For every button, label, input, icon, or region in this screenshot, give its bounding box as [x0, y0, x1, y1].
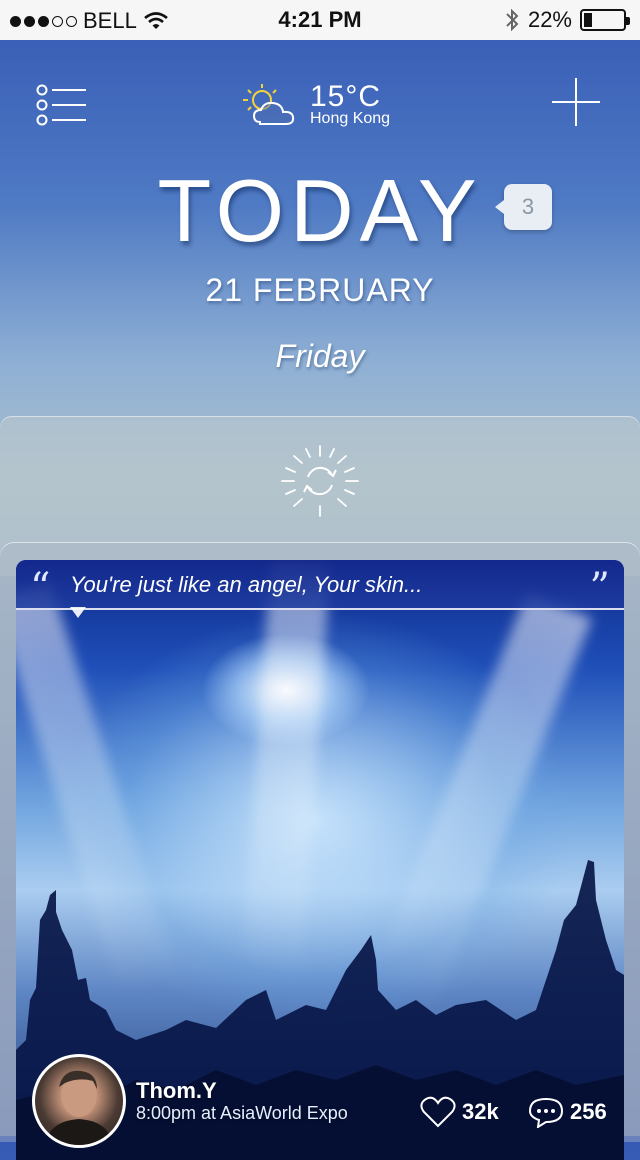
refresh-sun-icon[interactable] — [280, 444, 360, 518]
status-bar: BELL 4:21 PM 22% — [0, 0, 640, 40]
quote-close-icon: ” — [589, 565, 610, 611]
avatar[interactable] — [32, 1054, 126, 1148]
person-portrait-icon — [45, 1070, 113, 1145]
weekday-label: Friday — [275, 338, 365, 374]
plus-icon[interactable] — [550, 76, 602, 128]
bluetooth-icon — [506, 8, 519, 32]
date-label: 21 FEBRUARY — [205, 272, 435, 308]
quote-text: You're just like an angel, Your skin... — [70, 572, 423, 597]
quote-bar[interactable]: “ You're just like an angel, Your skin..… — [16, 560, 624, 610]
sun-cloud-icon — [243, 84, 295, 125]
temperature: 15°C — [310, 80, 382, 113]
weather-widget[interactable]: 15°C Hong Kong — [240, 80, 410, 134]
heart-icon — [420, 1096, 456, 1128]
likes-count: 32k — [462, 1099, 499, 1124]
city-label: Hong Kong — [310, 110, 391, 127]
quote-open-icon: “ — [30, 565, 51, 611]
menu-list-icon[interactable] — [36, 84, 88, 128]
battery-level — [584, 13, 592, 27]
comment-button[interactable]: 256 — [528, 1096, 607, 1128]
battery-percent: 22% — [527, 7, 572, 32]
like-button[interactable]: 32k — [420, 1096, 499, 1128]
author-name[interactable]: Thom.Y — [136, 1078, 217, 1104]
quote-pointer — [70, 607, 86, 618]
battery-icon — [580, 9, 630, 31]
post-meta: 8:00pm at AsiaWorld Expo — [136, 1103, 348, 1123]
notification-badge[interactable]: 3 — [495, 184, 552, 230]
status-right: 22% — [504, 7, 630, 33]
comment-bubble-icon — [528, 1097, 564, 1128]
comments-count: 256 — [570, 1099, 607, 1124]
